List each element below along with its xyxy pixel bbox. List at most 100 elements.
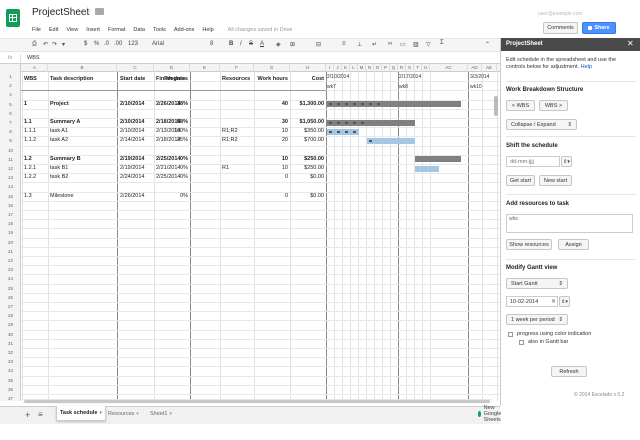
wbs-left-button[interactable]: < WBS — [506, 100, 535, 111]
filter-icon[interactable]: ▽ — [426, 41, 431, 48]
row-header[interactable]: 1 — [0, 72, 21, 81]
cell-cost[interactable]: $1,050.00 — [300, 119, 324, 125]
cell-cost[interactable]: $250.00 — [304, 156, 324, 162]
folder-icon[interactable] — [95, 8, 104, 15]
column-header[interactable]: I — [326, 64, 334, 72]
cell-resources[interactable]: Resources — [222, 76, 250, 82]
cell-work[interactable]: 30 — [282, 119, 288, 125]
print-icon[interactable]: ⎙ — [32, 41, 37, 48]
cell-work[interactable]: 10 — [282, 156, 288, 162]
cell-cost[interactable]: $350.00 — [304, 128, 324, 134]
grid-horizontal-scroll-thumb[interactable] — [24, 400, 490, 403]
column-header[interactable]: R — [398, 64, 406, 72]
cell-finish[interactable]: 2/21/2014 — [156, 165, 180, 171]
chart-icon[interactable]: ▥ — [413, 41, 419, 48]
cell-progress[interactable]: 58% — [177, 119, 188, 125]
cell-start[interactable]: 2/10/2014 — [120, 101, 144, 107]
gantt-date-input[interactable]: 10-02-2014 ✕ — [506, 296, 558, 307]
user-email[interactable]: user@example.com — [538, 11, 583, 17]
help-link[interactable]: Help — [581, 64, 592, 70]
row-header[interactable]: 26 — [0, 293, 21, 302]
get-start-button[interactable]: Get start — [506, 175, 535, 186]
redo-icon[interactable]: ↷ — [52, 41, 57, 48]
cell-wbs[interactable]: WBS — [24, 76, 37, 82]
column-header[interactable]: K — [342, 64, 350, 72]
cell-progress[interactable]: 0% — [180, 174, 188, 180]
paint-format-icon[interactable]: ▾ — [62, 41, 65, 48]
sheet-tab-sheet1[interactable]: Sheet1 ▾ — [150, 409, 172, 419]
row-header[interactable]: 29 — [0, 320, 21, 329]
row-header[interactable]: 15 — [0, 192, 21, 201]
cell-start[interactable]: 2/10/2014 — [120, 119, 144, 125]
cell-task[interactable]: Summary B — [50, 156, 81, 162]
currency-format-icon[interactable]: $ — [84, 41, 87, 47]
cell-task[interactable]: task A2 — [50, 137, 68, 143]
cell-start[interactable]: 2/10/2014 — [120, 128, 144, 134]
row-header[interactable]: 22 — [0, 256, 21, 265]
column-header[interactable]: A — [22, 64, 48, 72]
show-resources-button[interactable]: Show resources — [506, 239, 552, 250]
assign-button[interactable]: Assign — [558, 239, 589, 250]
row-header[interactable]: 27 — [0, 302, 21, 311]
start-gantt-select[interactable]: Start Gantt ⇕ — [506, 278, 568, 289]
cell-finish[interactable]: 2/25/2014 — [156, 156, 180, 162]
menu-data[interactable]: Data — [133, 27, 145, 36]
cell-cost[interactable]: $0.00 — [310, 193, 324, 199]
cell-work[interactable]: 0 — [285, 174, 288, 180]
row-header[interactable]: 18 — [0, 219, 21, 228]
row-header[interactable]: 23 — [0, 265, 21, 274]
cell-start[interactable]: 2/14/2014 — [120, 137, 144, 143]
cell-progress[interactable]: 0% — [180, 165, 188, 171]
cell-start[interactable]: 2/26/2014 — [120, 193, 144, 199]
cell-wbs[interactable]: 1.2.2 — [24, 174, 36, 180]
merge-cells-icon[interactable]: ⊟ — [316, 41, 321, 48]
formula-input[interactable]: WBS — [27, 55, 40, 61]
bold-icon[interactable]: B — [229, 41, 233, 47]
column-header[interactable]: E — [190, 64, 220, 72]
cell-work[interactable]: 40 — [282, 101, 288, 107]
collapse-toolbar-icon[interactable]: ⌃ — [485, 41, 490, 48]
column-header[interactable]: B — [48, 64, 117, 72]
cell-task[interactable]: task B2 — [50, 174, 68, 180]
close-icon[interactable]: ✕ — [627, 39, 634, 48]
row-header[interactable]: 32 — [0, 348, 21, 357]
gantt-bar-checkbox[interactable] — [519, 340, 524, 345]
column-header[interactable]: M — [358, 64, 366, 72]
sheet-tab-active[interactable]: Task schedule ▾ — [56, 406, 106, 421]
percent-format-icon[interactable]: % — [94, 41, 99, 47]
all-sheets-icon[interactable]: ≡ — [38, 410, 43, 419]
menu-edit[interactable]: Edit — [49, 27, 58, 36]
cell-wbs[interactable]: 1.2.1 — [24, 165, 36, 171]
row-header[interactable]: 6 — [0, 109, 21, 118]
column-header[interactable]: AE — [482, 64, 497, 72]
column-header[interactable]: S — [406, 64, 414, 72]
cell-wbs[interactable]: 1.1.2 — [24, 137, 36, 143]
cell-task[interactable]: Project — [50, 101, 69, 107]
column-header[interactable]: AC — [430, 64, 468, 72]
cell-finish[interactable]: 2/25/2014 — [156, 174, 180, 180]
column-header[interactable]: AD — [468, 64, 482, 72]
row-header[interactable]: 30 — [0, 330, 21, 339]
comment-icon[interactable]: ▭ — [400, 41, 406, 48]
menu-file[interactable]: File — [32, 27, 41, 36]
cell-cost[interactable]: $1,300.00 — [300, 101, 324, 107]
cell-cost[interactable]: $0.00 — [310, 174, 324, 180]
cell-work[interactable]: 0 — [285, 193, 288, 199]
align-icon[interactable]: ≡ — [342, 41, 346, 47]
font-size-select[interactable]: 8 — [210, 41, 213, 47]
fill-color-icon[interactable]: ◈ — [276, 41, 281, 48]
column-header[interactable]: C — [117, 64, 154, 72]
row-header[interactable]: 13 — [0, 173, 21, 182]
column-header[interactable]: N — [366, 64, 374, 72]
row-header[interactable]: 20 — [0, 238, 21, 247]
row-header[interactable]: 21 — [0, 247, 21, 256]
progress-color-checkbox[interactable] — [508, 332, 513, 337]
number-format-select[interactable]: 123 — [128, 41, 138, 47]
collapse-expand-select[interactable]: Collapse / Expand ⇕ — [506, 119, 577, 130]
column-header[interactable]: J — [334, 64, 342, 72]
row-header[interactable]: 33 — [0, 357, 21, 366]
cell-wbs[interactable]: 1 — [24, 101, 27, 107]
cell-progress[interactable]: 0% — [180, 156, 188, 162]
menu-format[interactable]: Format — [108, 27, 125, 36]
cell-progress[interactable]: 100% — [174, 128, 188, 134]
